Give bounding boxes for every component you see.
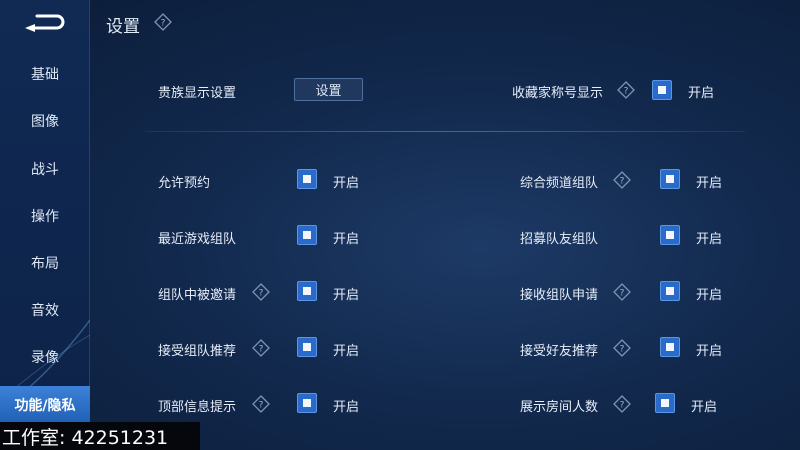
svg-text:?: ?: [620, 345, 625, 355]
allow-reservation-state: 开启: [333, 176, 360, 191]
receive-team-request-label: 接收组队申请: [520, 288, 599, 303]
team-invited-checkbox[interactable]: [297, 281, 317, 301]
general-channel-team-checkbox[interactable]: [660, 169, 680, 189]
accept-friend-recommend-state: 开启: [696, 344, 723, 359]
collector-title-label: 收藏家称号显示: [512, 86, 604, 101]
allow-reservation-label: 允许预约: [158, 176, 211, 191]
svg-text:?: ?: [161, 19, 166, 29]
accept-team-recommend-help-icon[interactable]: ?: [252, 339, 270, 357]
top-info-tip-help-icon[interactable]: ?: [252, 395, 270, 413]
svg-text:?: ?: [620, 289, 625, 299]
svg-text:?: ?: [620, 177, 625, 187]
check-mark-icon: [303, 287, 311, 295]
help-icon[interactable]: ?: [154, 13, 172, 31]
receive-team-request-checkbox[interactable]: [660, 281, 680, 301]
sidebar-item-layout[interactable]: 布局: [0, 245, 90, 281]
accept-team-recommend-state: 开启: [333, 344, 360, 359]
receive-team-request-help-icon[interactable]: ?: [613, 283, 631, 301]
sidebar-item-graphics[interactable]: 图像: [0, 103, 90, 139]
sidebar-item-basic[interactable]: 基础: [0, 56, 90, 92]
check-mark-icon: [658, 86, 666, 94]
noble-display-label: 贵族显示设置: [158, 86, 237, 101]
general-channel-team-state: 开启: [696, 176, 723, 191]
check-mark-icon: [303, 343, 311, 351]
sidebar-item-replay[interactable]: 录像: [0, 339, 90, 375]
recruit-teammate-label: 招募队友组队: [520, 232, 599, 247]
sidebar-item-audio[interactable]: 音效: [0, 292, 90, 328]
accept-friend-recommend-checkbox[interactable]: [660, 337, 680, 357]
check-mark-icon: [303, 399, 311, 407]
accept-friend-recommend-label: 接受好友推荐: [520, 344, 599, 359]
general-channel-team-label: 综合频道组队: [520, 176, 599, 191]
team-invited-label: 组队中被邀请: [158, 288, 237, 303]
sidebar-item-battle[interactable]: 战斗: [0, 151, 90, 187]
noble-settings-button[interactable]: 设置: [294, 78, 363, 101]
accept-friend-recommend-help-icon[interactable]: ?: [613, 339, 631, 357]
recruit-teammate-checkbox[interactable]: [660, 225, 680, 245]
collector-title-state: 开启: [688, 86, 715, 101]
receive-team-request-state: 开启: [696, 288, 723, 303]
svg-text:?: ?: [620, 401, 625, 411]
show-room-count-state: 开启: [691, 400, 718, 415]
studio-watermark: 工作室: 42251231: [0, 422, 200, 450]
allow-reservation-checkbox[interactable]: [297, 169, 317, 189]
check-mark-icon: [303, 175, 311, 183]
recent-game-team-label: 最近游戏组队: [158, 232, 237, 247]
svg-text:?: ?: [259, 401, 264, 411]
recent-game-team-checkbox[interactable]: [297, 225, 317, 245]
show-room-count-checkbox[interactable]: [655, 393, 675, 413]
sidebar-item-controls[interactable]: 操作: [0, 198, 90, 234]
svg-text:?: ?: [259, 289, 264, 299]
show-room-count-help-icon[interactable]: ?: [613, 395, 631, 413]
back-arrow-icon: [25, 14, 65, 32]
check-mark-icon: [666, 231, 674, 239]
recent-game-team-state: 开启: [333, 232, 360, 247]
check-mark-icon: [666, 287, 674, 295]
back-button[interactable]: [20, 10, 70, 36]
top-info-tip-checkbox[interactable]: [297, 393, 317, 413]
general-channel-team-help-icon[interactable]: ?: [613, 171, 631, 189]
top-info-tip-label: 顶部信息提示: [158, 400, 237, 415]
recruit-teammate-state: 开启: [696, 232, 723, 247]
check-mark-icon: [666, 175, 674, 183]
accept-team-recommend-label: 接受组队推荐: [158, 344, 237, 359]
collector-title-checkbox[interactable]: [652, 80, 672, 100]
sidebar-item-privacy[interactable]: 功能/隐私: [0, 386, 90, 424]
check-mark-icon: [661, 399, 669, 407]
collector-help-icon[interactable]: ?: [617, 81, 635, 99]
team-invited-state: 开启: [333, 288, 360, 303]
section-divider: [145, 131, 745, 132]
team-invited-help-icon[interactable]: ?: [252, 283, 270, 301]
show-room-count-label: 展示房间人数: [520, 400, 599, 415]
svg-text:?: ?: [259, 345, 264, 355]
svg-text:?: ?: [624, 87, 629, 97]
sidebar: 基础 图像 战斗 操作 布局 音效 录像 功能/隐私: [0, 0, 90, 450]
accept-team-recommend-checkbox[interactable]: [297, 337, 317, 357]
check-mark-icon: [303, 231, 311, 239]
check-mark-icon: [666, 343, 674, 351]
page-title: 设置: [106, 17, 140, 37]
top-info-tip-state: 开启: [333, 400, 360, 415]
